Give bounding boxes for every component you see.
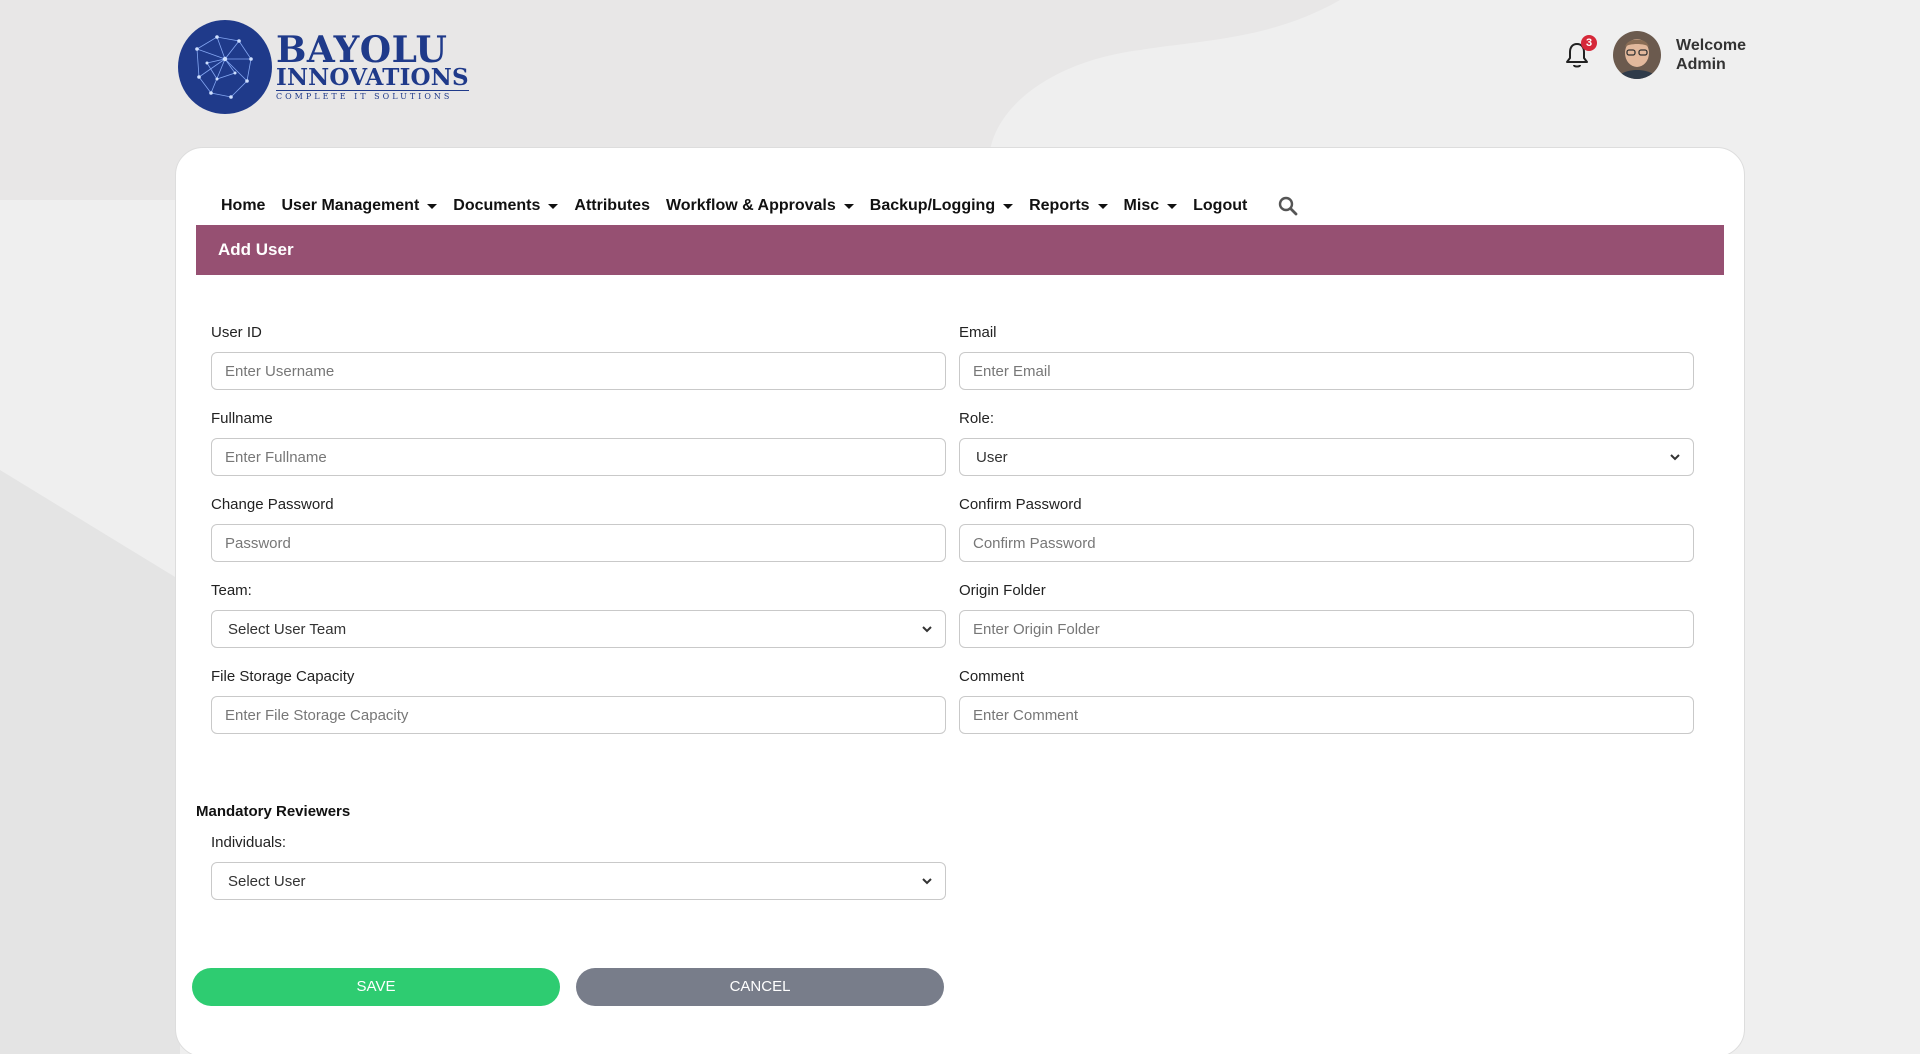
email-label: Email <box>959 324 997 341</box>
chevron-down-icon <box>922 878 932 885</box>
comment-label: Comment <box>959 668 1025 685</box>
caret-down-icon <box>1003 203 1014 209</box>
nav-user-management[interactable]: User Management <box>281 197 438 215</box>
origin-folder-label: Origin Folder <box>959 582 1046 599</box>
logo-globe-icon <box>178 20 272 114</box>
brand-name: BAYOLU <box>276 28 448 71</box>
chevron-down-icon <box>1670 454 1680 461</box>
nav-home[interactable]: Home <box>221 197 265 215</box>
fullname-input[interactable] <box>211 438 946 476</box>
password-input[interactable] <box>211 524 946 562</box>
nav-reports[interactable]: Reports <box>1029 197 1108 215</box>
main-card: Home User Management Documents Attribute… <box>175 147 1745 1054</box>
avatar[interactable] <box>1613 31 1662 79</box>
nav-misc[interactable]: Misc <box>1124 197 1178 215</box>
user-avatar-icon <box>1613 31 1662 79</box>
brand-logo[interactable]: BAYOLU INNOVATIONS COMPLETE IT SOLUTIONS <box>177 19 469 115</box>
nav-documents[interactable]: Documents <box>453 197 559 215</box>
search-icon[interactable] <box>1277 195 1299 217</box>
cancel-button[interactable]: CANCEL <box>576 968 944 1006</box>
individuals-select[interactable]: Select User <box>211 862 946 900</box>
confirm-password-input[interactable] <box>959 524 1694 562</box>
notification-badge: 3 <box>1581 35 1598 51</box>
password-label: Change Password <box>211 496 334 513</box>
nav-logout[interactable]: Logout <box>1193 197 1247 215</box>
notification-button[interactable]: 3 <box>1561 35 1598 71</box>
chevron-down-icon <box>922 626 932 633</box>
username-label: Admin <box>1676 56 1726 73</box>
individuals-label: Individuals: <box>211 834 287 851</box>
brand-name-secondary: INNOVATIONS <box>276 63 469 91</box>
storage-capacity-input[interactable] <box>211 696 946 734</box>
origin-folder-input[interactable] <box>959 610 1694 648</box>
team-label: Team: <box>211 582 252 599</box>
team-select-value: Select User Team <box>228 620 347 638</box>
brand-tagline: COMPLETE IT SOLUTIONS <box>276 89 469 102</box>
save-button[interactable]: SAVE <box>192 968 560 1006</box>
role-select[interactable]: User <box>959 438 1694 476</box>
confirm-password-label: Confirm Password <box>959 496 1082 513</box>
fullname-label: Fullname <box>211 410 273 427</box>
user-id-input[interactable] <box>211 352 946 390</box>
comment-input[interactable] <box>959 696 1694 734</box>
storage-capacity-label: File Storage Capacity <box>211 668 355 685</box>
caret-down-icon <box>548 203 559 209</box>
user-id-label: User ID <box>211 324 262 341</box>
role-select-value: User <box>976 448 1008 466</box>
caret-down-icon <box>843 203 854 209</box>
role-label: Role: <box>959 410 995 427</box>
individuals-select-value: Select User <box>228 872 306 890</box>
main-nav: Home User Management Documents Attribute… <box>221 188 1299 224</box>
email-input[interactable] <box>959 352 1694 390</box>
nav-workflow-approvals[interactable]: Workflow & Approvals <box>666 197 854 215</box>
nav-backup-logging[interactable]: Backup/Logging <box>870 197 1014 215</box>
page-title: Add User <box>196 225 1724 275</box>
user-header: 3 Welcome Admin <box>1561 31 1746 79</box>
caret-down-icon <box>427 203 438 209</box>
nav-attributes[interactable]: Attributes <box>574 197 650 215</box>
caret-down-icon <box>1167 203 1178 209</box>
team-select[interactable]: Select User Team <box>211 610 946 648</box>
mandatory-reviewers-heading: Mandatory Reviewers <box>196 803 351 820</box>
caret-down-icon <box>1097 203 1108 209</box>
welcome-text: Welcome Admin <box>1676 37 1746 73</box>
